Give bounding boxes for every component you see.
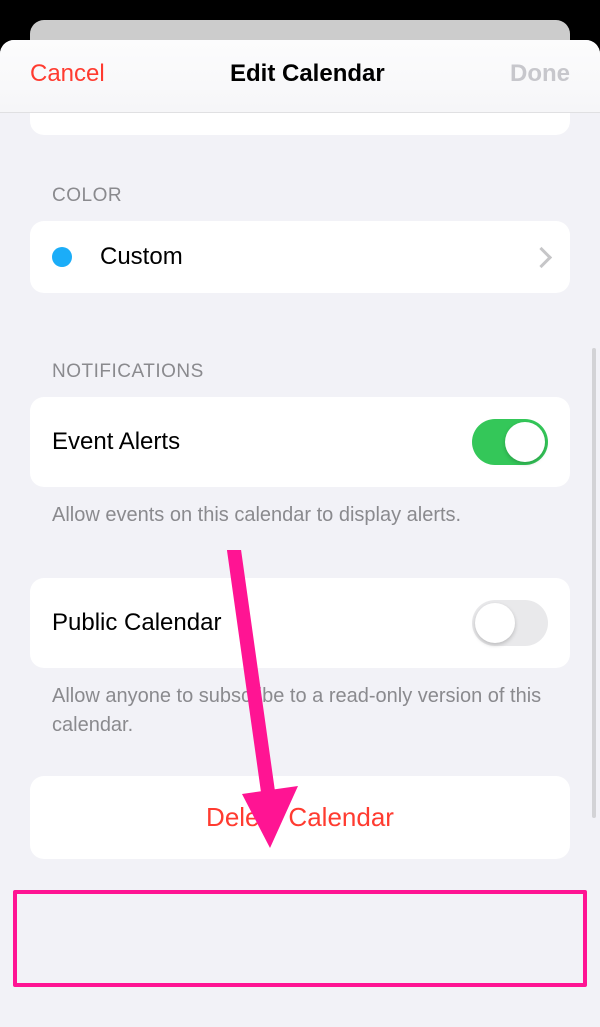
navigation-bar: Cancel Edit Calendar Done [0,40,600,113]
event-alerts-footer: Allow events on this calendar to display… [30,487,570,530]
content-area: COLOR Custom NOTIFICATIONS Event Alerts … [0,113,600,859]
event-alerts-label: Event Alerts [52,428,472,456]
page-title: Edit Calendar [230,60,385,88]
public-calendar-label: Public Calendar [52,609,472,637]
event-alerts-toggle[interactable] [472,419,548,465]
previous-section-card-bottom [30,113,570,135]
scroll-indicator[interactable] [592,348,596,818]
public-calendar-toggle[interactable] [472,600,548,646]
event-alerts-row: Event Alerts [30,397,570,487]
public-calendar-row: Public Calendar [30,578,570,668]
toggle-knob [475,603,515,643]
toggle-knob [505,422,545,462]
color-label: Custom [100,243,536,271]
delete-calendar-label: Delete Calendar [206,802,394,832]
done-button[interactable]: Done [510,60,570,88]
cancel-button[interactable]: Cancel [30,60,105,88]
public-calendar-footer: Allow anyone to subscribe to a read-only… [30,668,570,740]
color-section-header: COLOR [30,185,570,221]
color-row[interactable]: Custom [30,221,570,293]
edit-calendar-sheet: Cancel Edit Calendar Done COLOR Custom N… [0,40,600,1027]
chevron-right-icon [536,247,548,267]
delete-calendar-button[interactable]: Delete Calendar [30,776,570,859]
notifications-section-header: NOTIFICATIONS [30,361,570,397]
color-swatch-icon [52,247,72,267]
